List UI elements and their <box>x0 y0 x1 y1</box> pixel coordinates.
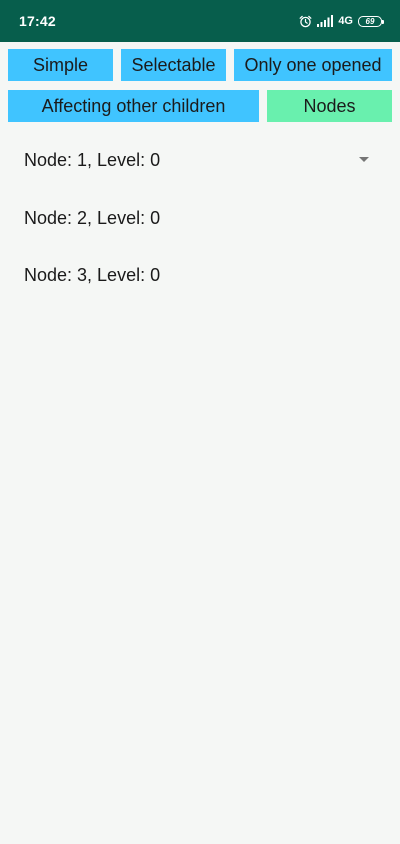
battery-icon: 69 <box>358 15 384 27</box>
only-one-opened-button[interactable]: Only one opened <box>234 49 392 81</box>
node-label: Node: 3, Level: 0 <box>24 265 161 286</box>
tree-node-2[interactable]: Node: 2, Level: 0 <box>0 190 400 248</box>
tree-node-1[interactable]: Node: 1, Level: 0 <box>0 132 400 190</box>
status-bar: 17:42 4G 69 <box>0 0 400 42</box>
tree-node-3[interactable]: Node: 3, Level: 0 <box>0 247 400 305</box>
expand-arrow-icon[interactable] <box>359 157 369 162</box>
status-icons: 4G 69 <box>299 13 384 29</box>
nodes-button[interactable]: Nodes <box>267 90 392 122</box>
node-label: Node: 2, Level: 0 <box>24 207 161 228</box>
network-type-label: 4G <box>338 15 353 27</box>
node-tree-list: Node: 1, Level: 0 Node: 2, Level: 0 Node… <box>0 132 400 305</box>
node-label: Node: 1, Level: 0 <box>24 150 161 171</box>
simple-button[interactable]: Simple <box>8 49 113 81</box>
affecting-other-children-button[interactable]: Affecting other children <box>8 90 259 122</box>
signal-strength-icon <box>317 15 334 27</box>
status-time: 17:42 <box>19 13 56 29</box>
battery-level: 69 <box>365 16 375 26</box>
selectable-button[interactable]: Selectable <box>121 49 226 81</box>
alarm-clock-icon <box>299 15 312 28</box>
